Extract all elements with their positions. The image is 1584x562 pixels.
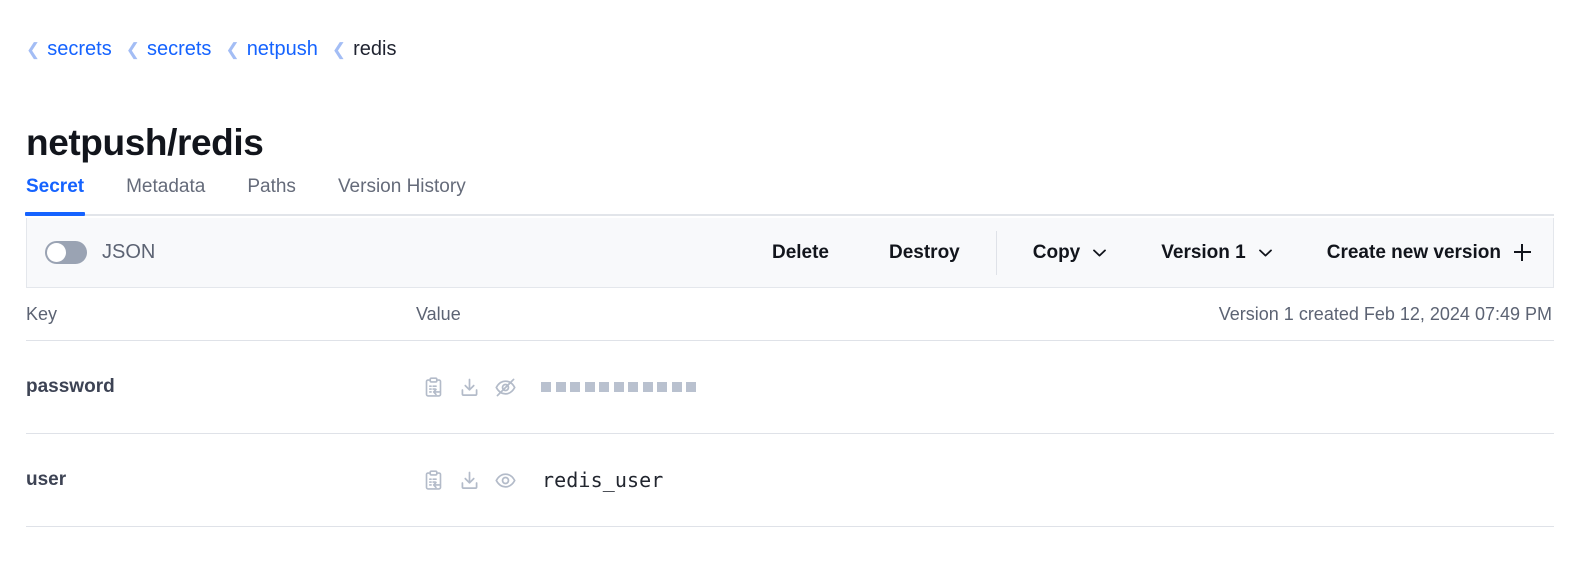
chevron-down-icon <box>1093 249 1107 257</box>
tab-bar: Secret Metadata Paths Version History <box>24 168 466 216</box>
breadcrumb-item-netpush[interactable]: ❮ netpush <box>225 35 317 63</box>
secret-toolbar: JSON Delete Destroy Copy Version 1 Creat… <box>26 218 1554 288</box>
eye-off-icon[interactable] <box>488 372 522 402</box>
plus-icon <box>1514 244 1531 261</box>
chevron-down-icon <box>1258 249 1272 257</box>
download-icon[interactable] <box>452 465 486 495</box>
mask-square <box>541 382 551 392</box>
table-row: user redis_user <box>26 434 1554 527</box>
mask-square <box>613 382 624 392</box>
toolbar-divider <box>995 230 997 275</box>
tab-version-history[interactable]: Version History <box>338 176 466 216</box>
tab-metadata[interactable]: Metadata <box>126 176 205 216</box>
destroy-button[interactable]: Destroy <box>889 242 960 264</box>
copy-dropdown-button[interactable]: Copy <box>1033 242 1107 264</box>
clipboard-copy-icon[interactable] <box>416 372 450 402</box>
column-header-key: Key <box>26 303 58 324</box>
breadcrumb-link[interactable]: secrets <box>47 35 111 63</box>
version-created-info: Version 1 created Feb 12, 2024 07:49 PM <box>1218 303 1552 324</box>
tab-paths[interactable]: Paths <box>247 176 296 216</box>
mask-square <box>570 382 580 392</box>
toolbar-right-group: Delete Destroy Copy Version 1 Create new… <box>772 230 1531 275</box>
chevron-left-icon: ❮ <box>125 39 140 59</box>
secret-detail-page: ❮ secrets ❮ secrets ❮ netpush ❮ redis ne… <box>0 0 1584 562</box>
mask-square <box>686 382 696 392</box>
chevron-left-icon: ❮ <box>225 39 240 59</box>
toolbar-left-group: JSON <box>45 241 155 264</box>
table-row: password <box>26 341 1554 434</box>
create-new-version-button[interactable]: Create new version <box>1327 242 1531 264</box>
breadcrumb-current: redis <box>353 38 397 60</box>
breadcrumb-item-redis: ❮ redis <box>332 35 397 63</box>
clipboard-copy-icon[interactable] <box>416 465 450 495</box>
delete-button[interactable]: Delete <box>772 242 829 264</box>
secret-key-label: password <box>26 376 115 397</box>
mask-square <box>584 382 595 392</box>
secret-table: Key Value Version 1 created Feb 12, 2024… <box>26 288 1554 527</box>
breadcrumb-item-secrets-1[interactable]: ❮ secrets <box>26 35 112 63</box>
tab-secret[interactable]: Secret <box>24 176 86 216</box>
mask-square <box>599 382 609 392</box>
secret-key-label: user <box>26 469 67 490</box>
mask-square <box>555 382 566 392</box>
json-toggle-label: JSON <box>102 241 156 263</box>
version-label: Version 1 <box>1161 241 1246 263</box>
toggle-knob <box>47 243 66 262</box>
page-title: netpush/redis <box>26 121 264 163</box>
masked-value <box>541 382 696 392</box>
column-header-value: Value <box>416 303 461 324</box>
breadcrumb-item-secrets-2[interactable]: ❮ secrets <box>126 35 212 63</box>
mask-square <box>628 382 638 392</box>
breadcrumb-link[interactable]: netpush <box>247 35 318 63</box>
mask-square <box>657 382 667 392</box>
breadcrumb-link[interactable]: secrets <box>147 35 211 63</box>
table-header-row: Key Value Version 1 created Feb 12, 2024… <box>26 288 1554 341</box>
secret-value-cell: redis_user <box>416 465 1554 495</box>
secret-value-cell <box>416 372 1554 402</box>
chevron-left-icon: ❮ <box>26 39 41 59</box>
version-dropdown-button[interactable]: Version 1 <box>1161 242 1272 264</box>
create-new-version-label: Create new version <box>1326 241 1501 263</box>
eye-icon[interactable] <box>488 465 522 495</box>
mask-square <box>671 382 682 392</box>
mask-square <box>642 382 653 392</box>
secret-value-text: redis_user <box>542 468 664 492</box>
chevron-left-icon: ❮ <box>331 39 347 59</box>
download-icon[interactable] <box>452 372 486 402</box>
json-toggle[interactable] <box>45 241 87 264</box>
breadcrumb: ❮ secrets ❮ secrets ❮ netpush ❮ redis <box>26 35 396 63</box>
copy-label: Copy <box>1032 241 1081 263</box>
